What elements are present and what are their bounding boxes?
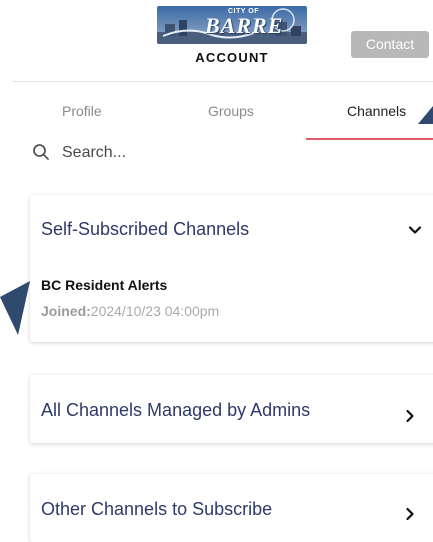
channel-name[interactable]: BC Resident Alerts [41,277,167,293]
joined-date: 2024/10/23 04:00pm [90,303,220,319]
search-icon [33,144,49,160]
chevron-down-icon[interactable] [408,223,422,237]
other-channels-section[interactable]: Other Channels to Subscribe [30,474,433,542]
section-title-admin-channels[interactable]: All Channels Managed by Admins [41,400,310,421]
account-page: CITY OF BARRE ACCOUNT Contact Profile Gr… [0,0,433,542]
page-title: ACCOUNT [195,50,269,65]
pointer-arrow-icon [418,106,433,124]
self-subscribed-section: Self-Subscribed Channels BC Resident Ale… [30,195,433,342]
joined-label: Joined: [41,303,91,319]
search-input[interactable] [62,141,362,165]
section-title-other-channels[interactable]: Other Channels to Subscribe [41,499,272,520]
active-tab-indicator [306,138,433,140]
chevron-right-icon[interactable] [403,507,417,521]
tab-profile[interactable]: Profile [62,103,102,119]
tab-groups[interactable]: Groups [208,103,254,119]
header-divider [12,81,433,82]
pointer-arrow-icon [0,281,30,335]
barre-logo: CITY OF BARRE [157,6,307,44]
tab-channels[interactable]: Channels [347,103,406,119]
logo-name-text: BARRE [205,13,284,38]
chevron-right-icon[interactable] [403,409,417,423]
channel-joined-row: Joined:2024/10/23 04:00pm [41,303,219,319]
admin-channels-section[interactable]: All Channels Managed by Admins [30,375,433,443]
contact-button[interactable]: Contact [351,31,429,58]
section-title-self-subscribed[interactable]: Self-Subscribed Channels [41,219,249,240]
